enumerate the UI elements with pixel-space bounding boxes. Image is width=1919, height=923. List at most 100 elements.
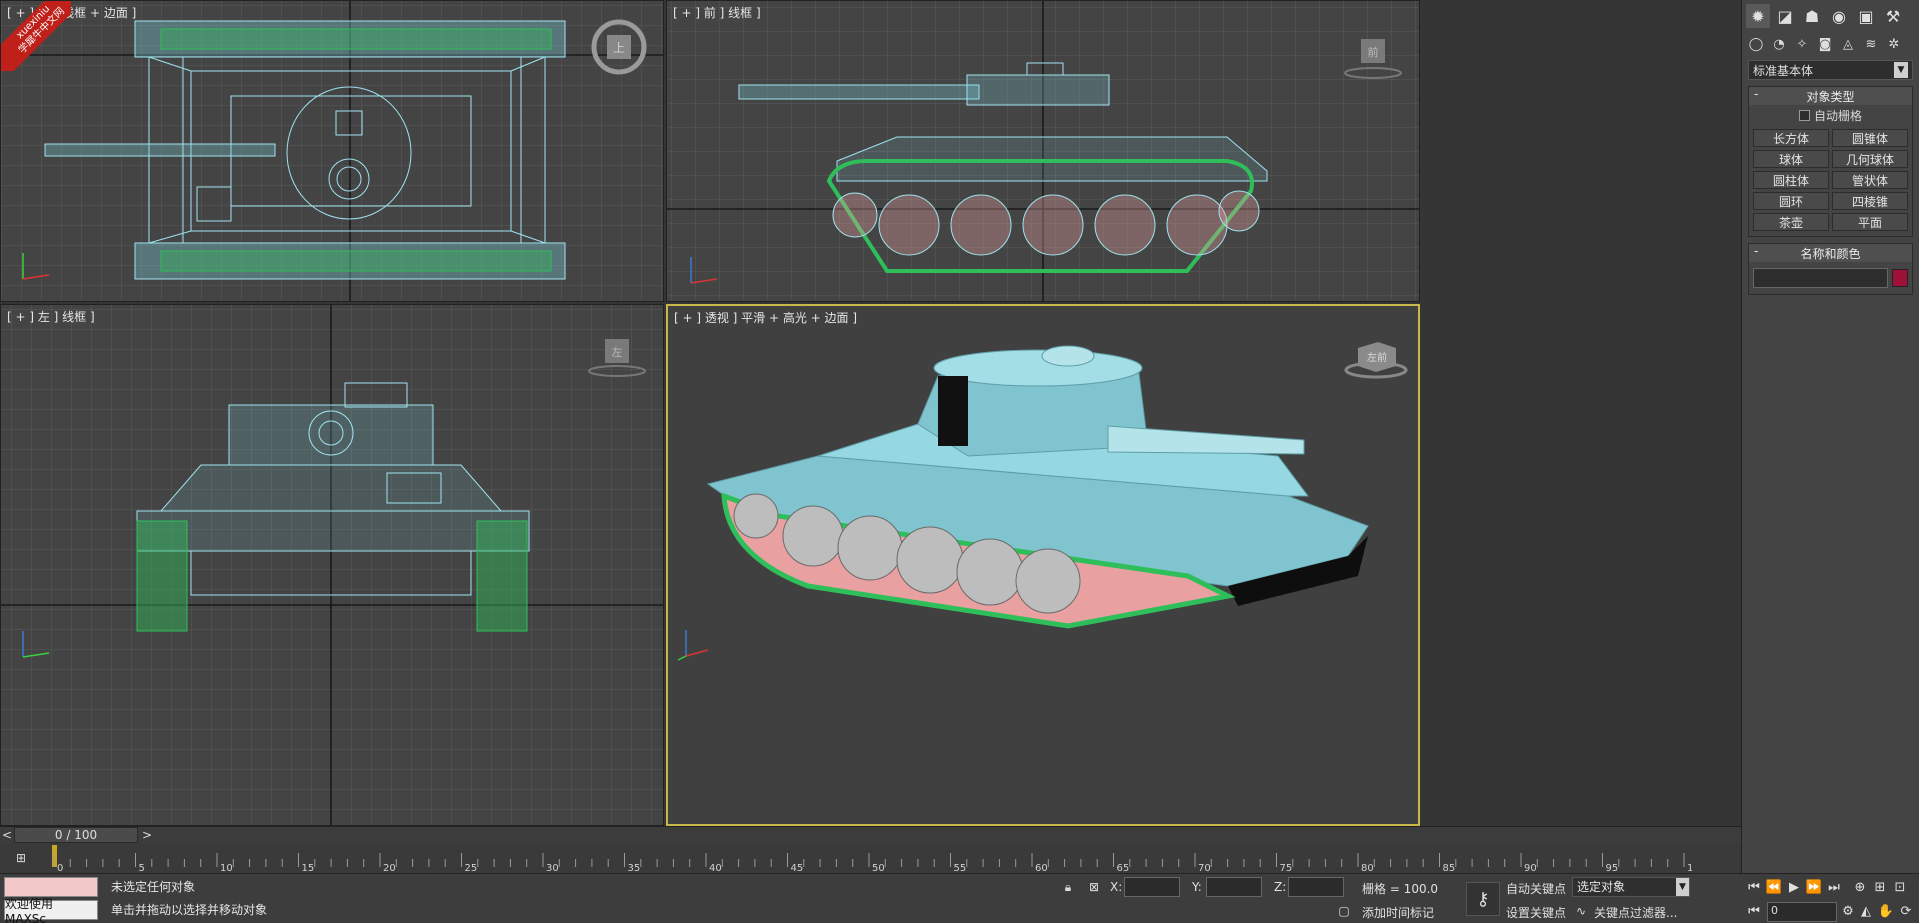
field-of-view-icon[interactable]: ◭ [1857, 902, 1875, 920]
time-tag-icon[interactable]: ▢ [1334, 901, 1354, 921]
pyramid-button[interactable]: 四棱锥 [1832, 192, 1908, 210]
current-frame-input[interactable]: 0 [1767, 902, 1837, 922]
z-coordinate-input[interactable] [1288, 877, 1344, 897]
viewcube-perspective[interactable]: 左前 [1344, 336, 1408, 380]
systems-icon[interactable]: ✲ [1884, 34, 1904, 54]
3dsmax-window: [ + ] 顶 ] 线框 + 边面 ] 上 xuexiniu 学犀牛中文网 [… [0, 0, 1919, 923]
auto-grid-option[interactable]: 自动栅格 [1749, 105, 1912, 126]
track-tick-label: 60 [1035, 863, 1048, 873]
create-tab-icon[interactable]: ✹ [1746, 4, 1770, 28]
svg-text:前: 前 [1368, 45, 1379, 59]
time-config-icon[interactable]: ⚙ [1839, 902, 1857, 920]
object-color-swatch[interactable] [1892, 269, 1908, 287]
go-to-start-icon[interactable]: ⏮ [1745, 878, 1763, 896]
front-wheels [832, 190, 1260, 256]
primitive-type-dropdown[interactable]: 标准基本体 ▼ [1748, 60, 1913, 80]
viewport-label[interactable]: [ + ] 透视 ] 平滑 + 高光 + 边面 ] [674, 309, 857, 326]
track-tick-label: 65 [1117, 863, 1130, 873]
axis-tripod-icon [22, 253, 50, 280]
track-tick-label: 5 [139, 863, 145, 873]
cone-button[interactable]: 圆锥体 [1832, 129, 1908, 147]
track-tick-label: 10 [220, 863, 233, 873]
pan-hand-icon[interactable]: ✋ [1877, 902, 1895, 920]
utilities-tab-icon[interactable]: ⚒ [1881, 4, 1905, 28]
lights-icon[interactable]: ✧ [1792, 34, 1812, 54]
panel-tabs: ✹ ◪ ☗ ◉ ▣ ⚒ [1742, 0, 1919, 32]
zoom-extents-icon[interactable]: ⊡ [1891, 878, 1909, 896]
previous-frame-icon[interactable]: ⏪ [1765, 878, 1783, 896]
spacewarps-icon[interactable]: ≋ [1861, 34, 1881, 54]
curve-editor-icon[interactable]: ⊞ [10, 847, 32, 869]
viewcube-left[interactable]: 左 [587, 335, 647, 379]
modify-tab-icon[interactable]: ◪ [1773, 4, 1797, 28]
add-time-tag[interactable]: 添加时间标记 [1362, 904, 1434, 921]
track-tick-label: 70 [1198, 863, 1211, 873]
viewcube-front[interactable]: 前 [1343, 31, 1403, 81]
viewport-top[interactable]: [ + ] 顶 ] 线框 + 边面 ] 上 xuexiniu 学犀牛中文网 [0, 0, 664, 302]
next-frame-button[interactable]: > [140, 827, 154, 843]
collapse-icon: - [1754, 244, 1759, 258]
track-tick-label: 0 [57, 863, 63, 873]
track-tick-label: 95 [1606, 863, 1619, 873]
auto-grid-checkbox[interactable] [1798, 110, 1810, 121]
status-bar: 欢迎使用 MAXSc 未选定任何对象 单击并拖动以选择并移动对象 🔒︎ ⊠ X:… [0, 873, 1741, 923]
geometry-icon[interactable]: ◯ [1746, 34, 1766, 54]
key-filters-button[interactable]: 关键点过滤器... [1594, 904, 1677, 921]
x-label: X: [1110, 880, 1123, 894]
object-name-input[interactable] [1753, 268, 1888, 288]
cylinder-button[interactable]: 圆柱体 [1753, 171, 1829, 189]
track-bar[interactable]: ⊞ 0 5 10 15 20 25 30 35 40 45 50 55 60 65 70 75 80 85 90 95… [0, 843, 1741, 873]
track-tick-label: 80 [1361, 863, 1374, 873]
play-icon[interactable]: ▶ [1785, 878, 1803, 896]
teapot-button[interactable]: 茶壶 [1753, 213, 1829, 231]
box-button[interactable]: 长方体 [1753, 129, 1829, 147]
auto-key-button[interactable]: 自动关键点 [1506, 880, 1566, 897]
selection-set-dropdown[interactable]: 选定对象 [1572, 877, 1690, 897]
set-key-button[interactable]: 设置关键点 [1506, 904, 1566, 921]
track-tick-label: 90 [1524, 863, 1537, 873]
viewport-label[interactable]: [ + ] 左 ] 线框 ] [7, 308, 95, 325]
chevron-down-icon[interactable]: ▼ [1676, 878, 1689, 896]
next-frame-icon[interactable]: ⏩ [1805, 878, 1823, 896]
rollout-header[interactable]: - 名称和颜色 [1749, 244, 1912, 262]
name-color-rollout: - 名称和颜色 [1748, 243, 1913, 295]
geosphere-button[interactable]: 几何球体 [1832, 150, 1908, 168]
track-tick-label: 75 [1280, 863, 1293, 873]
key-icon[interactable]: ⚷ [1466, 882, 1500, 916]
cameras-icon[interactable]: ◙ [1815, 34, 1835, 54]
time-slider[interactable]: < 0 / 100 > [0, 826, 1741, 843]
prev-frame-button[interactable]: < [0, 827, 14, 843]
absolute-mode-icon[interactable]: ⊠ [1084, 877, 1104, 897]
viewport-front[interactable]: [ + ] 前 ] 线框 ] 前 [666, 0, 1420, 302]
plane-button[interactable]: 平面 [1832, 213, 1908, 231]
motion-tab-icon[interactable]: ◉ [1827, 4, 1851, 28]
frame-indicator[interactable]: 0 / 100 [14, 827, 138, 843]
x-coordinate-input[interactable] [1124, 877, 1180, 897]
chevron-down-icon: ▼ [1894, 62, 1908, 78]
go-to-end-icon[interactable]: ⏭ [1825, 878, 1843, 896]
maxscript-mini-listener[interactable]: 欢迎使用 MAXSc [4, 897, 98, 923]
zoom-icon[interactable]: ⊕ [1851, 878, 1869, 896]
lock-icon[interactable]: 🔒︎ [1058, 877, 1078, 897]
helpers-icon[interactable]: ◬ [1838, 34, 1858, 54]
display-tab-icon[interactable]: ▣ [1854, 4, 1878, 28]
y-coordinate-input[interactable] [1206, 877, 1262, 897]
track-tick-label: 35 [628, 863, 641, 873]
viewcube-top[interactable]: 上 [591, 19, 647, 75]
key-mode-icon[interactable]: ⏮ [1745, 902, 1763, 920]
key-filter-icon[interactable]: ∿ [1572, 901, 1590, 921]
track-tick-label: 50 [872, 863, 885, 873]
torus-button[interactable]: 圆环 [1753, 192, 1829, 210]
track-tick-label: 55 [954, 863, 967, 873]
hierarchy-tab-icon[interactable]: ☗ [1800, 4, 1824, 28]
zoom-all-icon[interactable]: ⊞ [1871, 878, 1889, 896]
shapes-icon[interactable]: ◔ [1769, 34, 1789, 54]
viewport-left[interactable]: [ + ] 左 ] 线框 ] 左 [0, 304, 664, 826]
tube-button[interactable]: 管状体 [1832, 171, 1908, 189]
viewport-label[interactable]: [ + ] 前 ] 线框 ] [673, 4, 761, 21]
rollout-header[interactable]: - 对象类型 [1749, 87, 1912, 105]
viewport-perspective[interactable]: [ + ] 透视 ] 平滑 + 高光 + 边面 ] 左前 [666, 304, 1420, 826]
orbit-icon[interactable]: ⟳ [1897, 902, 1915, 920]
viewport-grid [667, 1, 1419, 301]
sphere-button[interactable]: 球体 [1753, 150, 1829, 168]
